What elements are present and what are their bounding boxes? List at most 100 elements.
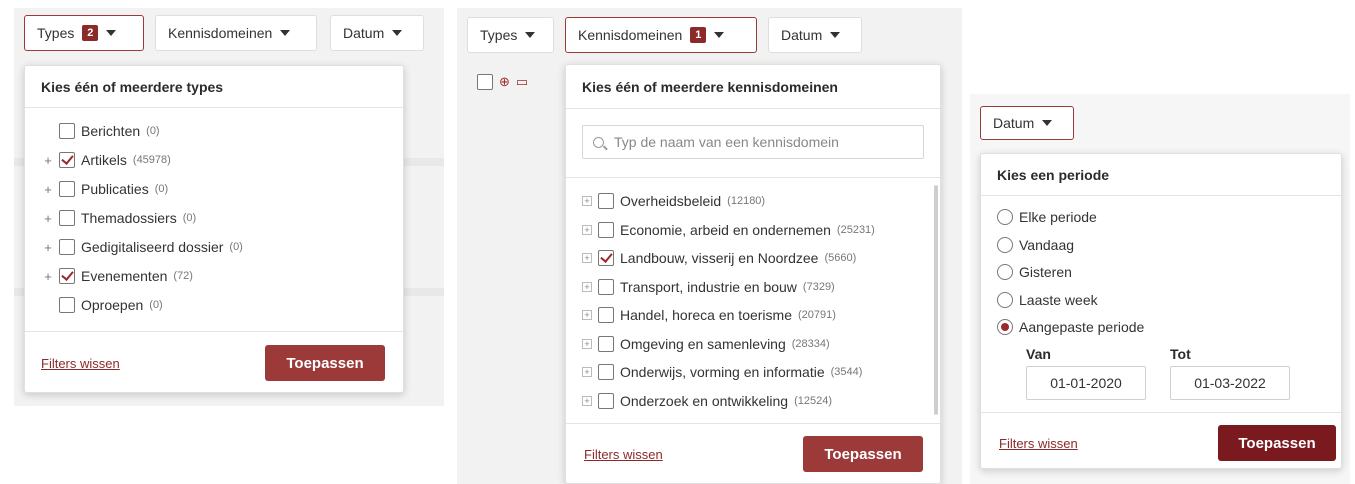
clear-filters-link[interactable]: Filters wissen [999, 436, 1078, 451]
checkbox[interactable] [59, 297, 75, 313]
checkbox[interactable] [59, 181, 75, 197]
panel-title: Kies één of meerdere kennisdomeinen [566, 65, 940, 109]
search-field[interactable] [582, 125, 924, 159]
radio-option[interactable]: Aangepaste periode [997, 317, 1144, 337]
item-count: (0) [182, 212, 197, 224]
list-item[interactable]: + Evenementen (72) [43, 266, 193, 286]
radio-option[interactable]: Gisteren [997, 262, 1072, 282]
divider [566, 423, 940, 424]
expand-icon[interactable]: + [582, 367, 592, 377]
tot-date-input[interactable]: 01-03-2022 [1170, 366, 1290, 400]
list-item[interactable]: Oproepen (0) [43, 295, 163, 315]
datum-filter-button[interactable]: Datum [980, 106, 1074, 140]
item-label: Berichten [81, 123, 141, 139]
checkbox[interactable] [598, 364, 614, 380]
list-item[interactable]: + Overheidsbeleid (12180) [582, 191, 765, 211]
radio-button[interactable] [997, 264, 1013, 280]
expand-icon[interactable]: + [582, 310, 592, 320]
checkbox[interactable] [59, 210, 75, 226]
item-count: (0) [146, 125, 160, 137]
scrollbar[interactable] [934, 185, 938, 415]
checkbox[interactable] [598, 250, 614, 266]
datum-filter-button[interactable]: Datum [768, 17, 862, 53]
apply-button[interactable]: Toepassen [1218, 425, 1336, 461]
checkbox[interactable] [59, 268, 75, 284]
item-label: Evenementen [81, 268, 168, 284]
types-filter-label: Types [37, 25, 75, 41]
checkbox[interactable] [598, 336, 614, 352]
expand-icon[interactable]: + [582, 339, 592, 349]
checkbox[interactable] [598, 393, 614, 409]
expand-icon[interactable]: + [582, 396, 592, 406]
apply-button[interactable]: Toepassen [265, 345, 385, 381]
types-filter-button[interactable]: Types [467, 17, 554, 53]
expand-icon[interactable]: + [43, 211, 53, 226]
item-label: Handel, horeca en toerisme [620, 307, 792, 323]
radio-button[interactable] [997, 319, 1013, 335]
list-item[interactable]: + Artikels (45978) [43, 150, 171, 170]
expand-icon[interactable]: + [43, 269, 53, 284]
kennisdomeinen-dropdown-panel: Kies één of meerdere kennisdomeinen + Ov… [565, 64, 941, 484]
radio-option[interactable]: Elke periode [997, 207, 1097, 227]
list-item[interactable]: + Onderwijs, vorming en informatie (3544… [582, 362, 862, 382]
checkbox[interactable] [59, 123, 75, 139]
expand-icon[interactable]: + [582, 253, 592, 263]
kennisdomeinen-filter-button[interactable]: Kennisdomeinen 1 [565, 17, 757, 53]
expand-icon[interactable]: + [582, 282, 592, 292]
item-count: (12524) [794, 395, 833, 407]
checkbox[interactable] [59, 239, 75, 255]
item-label: Publicaties [81, 181, 149, 197]
types-count-badge: 2 [82, 25, 99, 41]
chevron-down-icon [525, 32, 536, 38]
list-item[interactable]: Berichten (0) [43, 121, 160, 141]
list-item[interactable]: + Omgeving en samenleving (28334) [582, 334, 830, 354]
checkbox[interactable] [598, 222, 614, 238]
radio-button[interactable] [997, 237, 1013, 253]
radio-button[interactable] [997, 292, 1013, 308]
kennisdomeinen-count-badge: 1 [690, 27, 707, 43]
expand-icon[interactable]: + [582, 196, 592, 206]
checkbox[interactable] [59, 152, 75, 168]
checkbox[interactable] [598, 307, 614, 323]
chevron-down-icon [392, 30, 403, 36]
list-item[interactable]: + Landbouw, visserij en Noordzee (5660) [582, 248, 856, 268]
expand-icon[interactable]: + [582, 225, 592, 235]
checkbox[interactable] [598, 193, 614, 209]
expand-icon[interactable]: + [43, 153, 53, 168]
expand-icon[interactable]: + [43, 182, 53, 197]
datum-filter-button[interactable]: Datum [330, 15, 424, 51]
list-item[interactable]: + Handel, horeca en toerisme (20791) [582, 305, 836, 325]
item-count: (28334) [791, 338, 830, 350]
van-date-input[interactable]: 01-01-2020 [1026, 366, 1146, 400]
radio-button[interactable] [997, 209, 1013, 225]
item-label: Overheidsbeleid [620, 193, 722, 209]
list-item[interactable]: + Transport, industrie en bouw (7329) [582, 277, 835, 297]
item-label: Landbouw, visserij en Noordzee [620, 250, 819, 266]
list-item[interactable]: + Themadossiers (0) [43, 208, 196, 228]
datum-filter-screenshot: Datum Kies een periode Elke periode Vand… [970, 94, 1350, 484]
list-item[interactable]: + Onderzoek en ontwikkeling (12524) [582, 391, 832, 411]
types-filter-button[interactable]: Types 2 [24, 15, 144, 51]
item-label: Oproepen [81, 297, 144, 313]
checkbox[interactable] [598, 279, 614, 295]
search-icon [593, 136, 604, 148]
item-count: (3544) [830, 366, 863, 378]
radio-option[interactable]: Vandaag [997, 235, 1074, 255]
divider [25, 331, 403, 332]
search-input[interactable] [612, 133, 913, 151]
clear-filters-link[interactable]: Filters wissen [584, 447, 663, 462]
item-label: Omgeving en samenleving [620, 336, 786, 352]
item-count: (0) [149, 299, 163, 311]
option-label: Laaste week [1019, 292, 1098, 308]
checkbox[interactable] [477, 74, 493, 90]
apply-button[interactable]: Toepassen [803, 436, 923, 472]
list-item[interactable]: + Economie, arbeid en ondernemen (25231) [582, 220, 875, 240]
clear-filters-link[interactable]: Filters wissen [41, 356, 120, 371]
chevron-down-icon [830, 32, 841, 38]
list-item[interactable]: + Publicaties (0) [43, 179, 168, 199]
list-item[interactable]: + Gedigitaliseerd dossier (0) [43, 237, 243, 257]
kennisdomeinen-filter-button[interactable]: Kennisdomeinen [155, 15, 317, 51]
van-label: Van [1026, 346, 1051, 362]
expand-icon[interactable]: + [43, 240, 53, 255]
radio-option[interactable]: Laaste week [997, 290, 1098, 310]
